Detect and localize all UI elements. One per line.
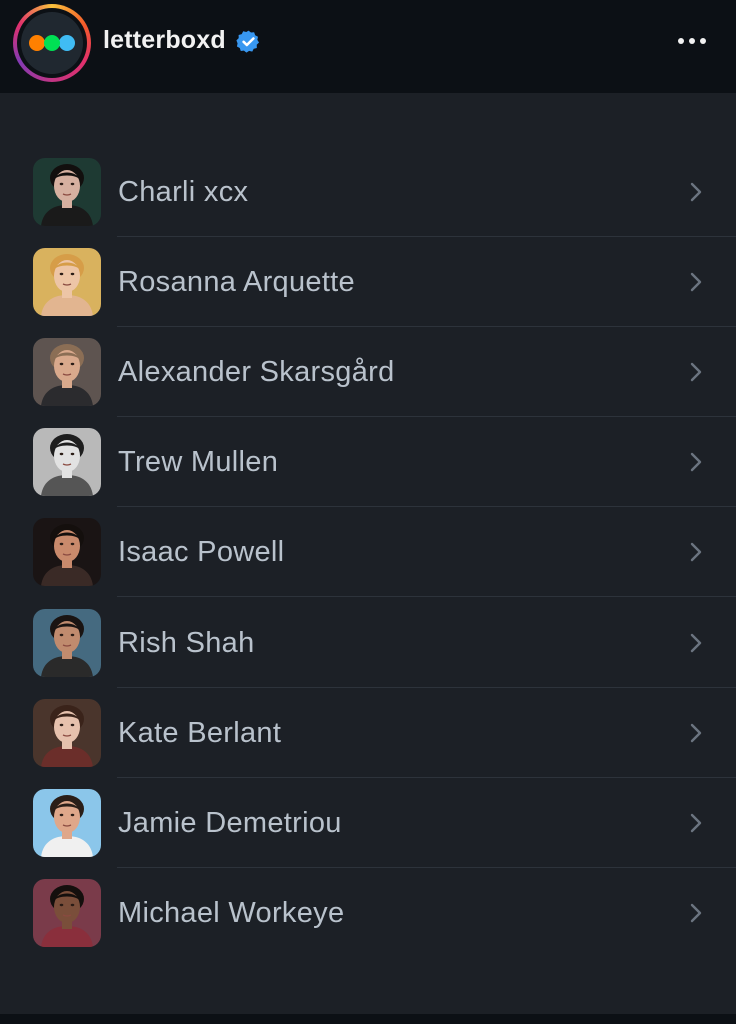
person-photo — [33, 879, 101, 947]
person-name: Charli xcx — [118, 176, 249, 208]
chevron-right-icon — [690, 633, 702, 653]
chevron-right-icon — [690, 723, 702, 743]
person-name: Isaac Powell — [118, 536, 285, 568]
chevron-right-icon — [690, 903, 702, 923]
person-photo — [33, 609, 101, 677]
person-photo — [33, 518, 101, 586]
logo-dot-green — [44, 35, 60, 51]
person-photo — [33, 789, 101, 857]
profile-avatar[interactable] — [13, 4, 91, 82]
chevron-right-icon — [690, 542, 702, 562]
logo-dot-blue — [59, 35, 75, 51]
profile-header: letterboxd — [0, 0, 736, 93]
list-item[interactable]: Rish Shah — [0, 598, 736, 688]
person-name: Kate Berlant — [118, 717, 282, 749]
person-photo — [33, 248, 101, 316]
chevron-right-icon — [690, 272, 702, 292]
list-item[interactable]: Isaac Powell — [0, 507, 736, 597]
person-photo — [33, 338, 101, 406]
person-name: Alexander Skarsgård — [118, 356, 395, 388]
list-item[interactable]: Michael Workeye — [0, 868, 736, 958]
list-item[interactable]: Jamie Demetriou — [0, 778, 736, 868]
person-name: Jamie Demetriou — [118, 807, 342, 839]
list-item[interactable]: Trew Mullen — [0, 417, 736, 507]
row-divider — [117, 596, 736, 597]
person-name: Rish Shah — [118, 627, 255, 659]
list-item[interactable]: Rosanna Arquette — [0, 237, 736, 327]
list-item[interactable]: Charli xcx — [0, 147, 736, 237]
profile-username[interactable]: letterboxd — [103, 26, 226, 55]
person-name: Michael Workeye — [118, 897, 345, 929]
chevron-right-icon — [690, 813, 702, 833]
people-list-panel: Charli xcx Rosanna Arquette Alexander Skar… — [0, 93, 736, 1014]
person-photo — [33, 699, 101, 767]
bottom-bar — [0, 1014, 736, 1024]
list-item[interactable]: Kate Berlant — [0, 688, 736, 778]
chevron-right-icon — [690, 362, 702, 382]
person-name: Rosanna Arquette — [118, 266, 355, 298]
person-name: Trew Mullen — [118, 446, 279, 478]
list-item[interactable]: Alexander Skarsgård — [0, 327, 736, 417]
verified-badge-icon — [236, 30, 260, 53]
chevron-right-icon — [690, 452, 702, 472]
chevron-right-icon — [690, 182, 702, 202]
more-options-icon[interactable] — [672, 30, 712, 52]
person-photo — [33, 158, 101, 226]
letterboxd-logo-icon — [21, 12, 83, 74]
person-photo — [33, 428, 101, 496]
logo-dot-orange — [29, 35, 45, 51]
